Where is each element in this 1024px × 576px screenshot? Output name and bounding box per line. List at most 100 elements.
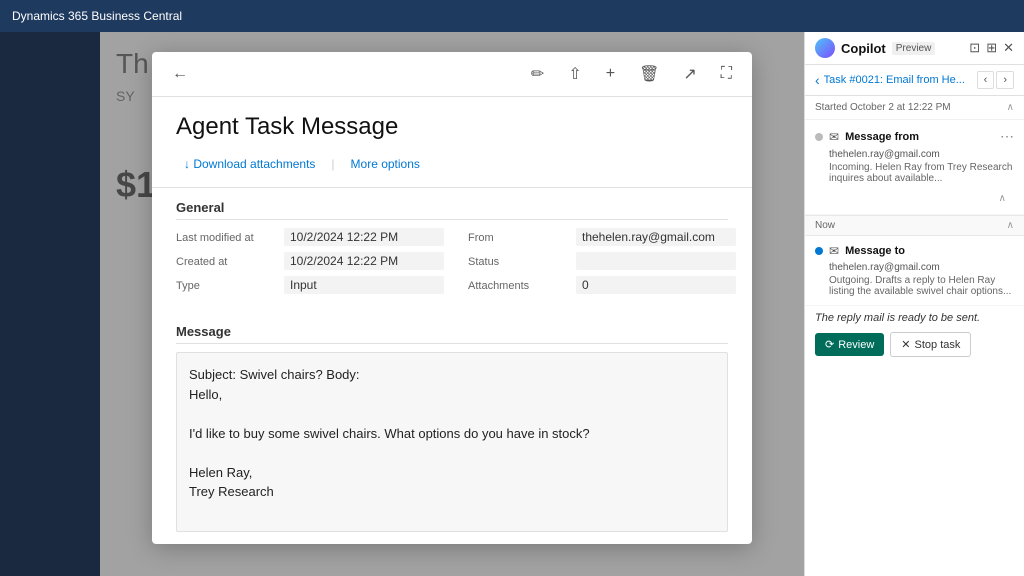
copilot-messages-list: ✉ Message from ⋯ thehelen.ray@gmail.com … <box>805 120 1024 576</box>
copilot-icon-btn-2[interactable]: ⊞ <box>986 40 997 56</box>
copilot-msg1-header: ✉ Message from ⋯ <box>815 128 1014 145</box>
created-row: Created at 10/2/2024 12:22 PM <box>176 252 444 270</box>
copilot-msg1-envelope-icon: ✉ <box>829 130 839 144</box>
general-section: General Last modified at 10/2/2024 12:22… <box>152 188 752 312</box>
copilot-msg2-dot <box>815 247 823 255</box>
stop-task-button[interactable]: ✕ Stop task <box>890 332 971 357</box>
message-line3: I'd like to buy some swivel chairs. What… <box>189 424 715 444</box>
copilot-msg2-title: Message to <box>845 245 905 257</box>
copilot-next-button[interactable]: › <box>996 71 1014 89</box>
last-modified-row: Last modified at 10/2/2024 12:22 PM <box>176 228 444 246</box>
now-collapse-icon[interactable]: ∧ <box>1007 220 1014 231</box>
copilot-icon-btn-1[interactable]: ⊡ <box>969 40 980 56</box>
center-area: Th SY $1 ← ✏ ⇧ + 🗑 ↗ ⛶ Age <box>100 32 804 576</box>
modal-header: Agent Task Message <box>152 97 752 149</box>
stop-icon: ✕ <box>901 338 910 351</box>
copilot-message-2: ✉ Message to thehelen.ray@gmail.com Outg… <box>805 236 1024 306</box>
copilot-msg2-header: ✉ Message to <box>815 244 1014 258</box>
edit-button[interactable]: ✏ <box>527 60 548 88</box>
review-icon: ⟳ <box>825 338 834 351</box>
status-row: Status <box>468 252 736 270</box>
right-fields: From thehelen.ray@gmail.com Status Attac… <box>468 228 736 300</box>
copilot-header: Copilot Preview ⊡ ⊞ ✕ <box>805 32 1024 65</box>
stop-label: Stop task <box>915 339 961 351</box>
ready-text: The reply mail is ready to be sent. <box>805 306 1024 328</box>
delete-button[interactable]: 🗑 <box>635 60 663 88</box>
more-options-button[interactable]: More options <box>343 153 428 175</box>
type-value: Input <box>284 276 444 294</box>
attachments-label: Attachments <box>468 280 568 292</box>
started-label: Started October 2 at 12:22 PM <box>815 102 951 113</box>
last-modified-label: Last modified at <box>176 232 276 244</box>
copilot-msg2-envelope-icon: ✉ <box>829 244 839 258</box>
copilot-back-button[interactable]: ‹ <box>815 72 820 88</box>
type-row: Type Input <box>176 276 444 294</box>
export-button[interactable]: ↗ <box>679 60 700 88</box>
from-label: From <box>468 232 568 244</box>
now-label: Now ∧ <box>805 215 1024 236</box>
collapse-icon[interactable]: ∧ <box>1007 102 1014 113</box>
copilot-task-bar: ‹ Task #0021: Email from He... ‹ › <box>805 65 1024 96</box>
message-line6: Trey Research <box>189 482 715 502</box>
download-attachments-button[interactable]: ↓ Download attachments <box>176 153 323 175</box>
now-text: Now <box>815 220 835 231</box>
message-section-label: Message <box>176 324 728 344</box>
copilot-message-1: ✉ Message from ⋯ thehelen.ray@gmail.com … <box>805 120 1024 215</box>
last-modified-value: 10/2/2024 12:22 PM <box>284 228 444 246</box>
attachments-value: 0 <box>576 276 736 294</box>
created-value: 10/2/2024 12:22 PM <box>284 252 444 270</box>
copilot-started-text: Started October 2 at 12:22 PM ∧ <box>805 96 1024 120</box>
copilot-msg1-dot <box>815 133 823 141</box>
copilot-msg2-subtitle: thehelen.ray@gmail.com <box>829 262 1014 273</box>
copilot-msg1-title: Message from <box>845 131 919 143</box>
msg1-collapse-icon[interactable]: ∧ <box>999 193 1006 204</box>
review-button[interactable]: ⟳ Review <box>815 333 884 356</box>
general-section-label: General <box>176 200 728 220</box>
from-row: From thehelen.ray@gmail.com <box>468 228 736 246</box>
copilot-msg1-more-button[interactable]: ⋯ <box>1000 128 1014 145</box>
actions-divider: | <box>331 157 334 171</box>
type-label: Type <box>176 280 276 292</box>
copilot-prev-button[interactable]: ‹ <box>977 71 995 89</box>
expand-button[interactable]: ⛶ <box>717 61 736 87</box>
copilot-action-buttons: ⟳ Review ✕ Stop task <box>805 328 1024 367</box>
agent-task-modal: ← ✏ ⇧ + 🗑 ↗ ⛶ Agent Task Message ↓ Downl… <box>152 52 752 544</box>
copilot-header-icons: ⊡ ⊞ ✕ <box>969 40 1014 56</box>
modal-overlay: ← ✏ ⇧ + 🗑 ↗ ⛶ Agent Task Message ↓ Downl… <box>100 32 804 576</box>
review-label: Review <box>838 339 874 351</box>
status-value <box>576 252 736 270</box>
status-label: Status <box>468 256 568 268</box>
left-sidebar <box>0 32 100 576</box>
message-line4 <box>189 443 715 463</box>
share-button[interactable]: ⇧ <box>564 60 585 88</box>
message-box: Subject: Swivel chairs? Body: Hello, I'd… <box>176 352 728 532</box>
back-button[interactable]: ← <box>168 61 192 87</box>
attachments-row: Attachments 0 <box>468 276 736 294</box>
app-title: Dynamics 365 Business Central <box>12 9 182 23</box>
main-layout: Th SY $1 ← ✏ ⇧ + 🗑 ↗ ⛶ Age <box>0 32 1024 576</box>
add-button[interactable]: + <box>602 61 619 87</box>
message-line2 <box>189 404 715 424</box>
created-label: Created at <box>176 256 276 268</box>
copilot-logo <box>815 38 835 58</box>
copilot-preview-badge: Preview <box>892 42 936 55</box>
copilot-title: Copilot <box>841 41 886 56</box>
copilot-panel: Copilot Preview ⊡ ⊞ ✕ ‹ Task #0021: Emai… <box>804 32 1024 576</box>
message-subject: Subject: Swivel chairs? Body: <box>189 365 715 385</box>
left-fields: Last modified at 10/2/2024 12:22 PM Crea… <box>176 228 444 300</box>
top-bar: Dynamics 365 Business Central <box>0 0 1024 32</box>
message-line1: Hello, <box>189 385 715 405</box>
modal-toolbar: ← ✏ ⇧ + 🗑 ↗ ⛶ <box>152 52 752 97</box>
copilot-nav-buttons: ‹ › <box>977 71 1014 89</box>
copilot-close-button[interactable]: ✕ <box>1003 40 1014 56</box>
copilot-task-title: Task #0021: Email from He... <box>824 74 973 86</box>
copilot-msg2-desc: Outgoing. Drafts a reply to Helen Ray li… <box>829 275 1014 297</box>
modal-actions: ↓ Download attachments | More options <box>152 149 752 188</box>
message-line5: Helen Ray, <box>189 463 715 483</box>
copilot-msg1-subtitle: thehelen.ray@gmail.com <box>829 149 1014 160</box>
message-section: Message Subject: Swivel chairs? Body: He… <box>152 312 752 544</box>
copilot-msg1-desc: Incoming. Helen Ray from Trey Research i… <box>829 162 1014 184</box>
modal-title: Agent Task Message <box>176 113 728 141</box>
from-value: thehelen.ray@gmail.com <box>576 228 736 246</box>
general-form-grid: Last modified at 10/2/2024 12:22 PM Crea… <box>176 228 728 300</box>
